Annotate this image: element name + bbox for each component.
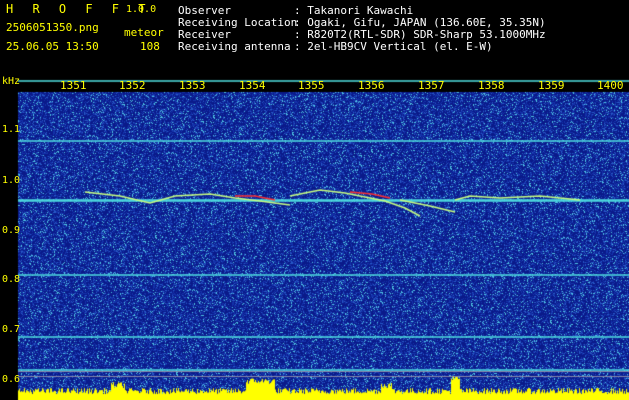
y-tick-label: 0.6 — [2, 374, 21, 385]
spectrogram-canvas — [0, 76, 629, 400]
y-tick-label: 0.8 — [2, 274, 21, 285]
info-value-antenna: : 2el-HB9CV Vertical (el. E-W) — [294, 40, 493, 53]
info-label-antenna: Receiving antenna — [178, 40, 291, 53]
x-tick-label: 1354 — [239, 79, 266, 92]
x-tick-label: 1355 — [298, 79, 325, 92]
x-tick-label: 1351 — [60, 79, 87, 92]
y-tick-label: 1.1 — [2, 124, 21, 135]
date-time: 25.06.05 13:50 — [6, 40, 99, 53]
x-tick-label: 1400 — [597, 79, 624, 92]
x-tick-label: 1359 — [538, 79, 565, 92]
x-tick-label: 1358 — [478, 79, 505, 92]
file-name: 2506051350.png — [6, 21, 99, 34]
event-count: 108 — [140, 40, 160, 53]
x-tick-label: 1357 — [418, 79, 445, 92]
x-tick-label: 1356 — [358, 79, 385, 92]
y-tick-label: 0.7 — [2, 324, 21, 335]
y-tick-label: 0.9 — [2, 225, 21, 236]
y-axis-unit: kHz — [2, 76, 21, 87]
app-version: 1.0.0 — [126, 4, 157, 15]
y-tick-label: 1.0 — [2, 175, 21, 186]
x-tick-label: 1352 — [119, 79, 146, 92]
x-tick-label: 1353 — [179, 79, 206, 92]
mode-label: meteor — [124, 26, 164, 39]
